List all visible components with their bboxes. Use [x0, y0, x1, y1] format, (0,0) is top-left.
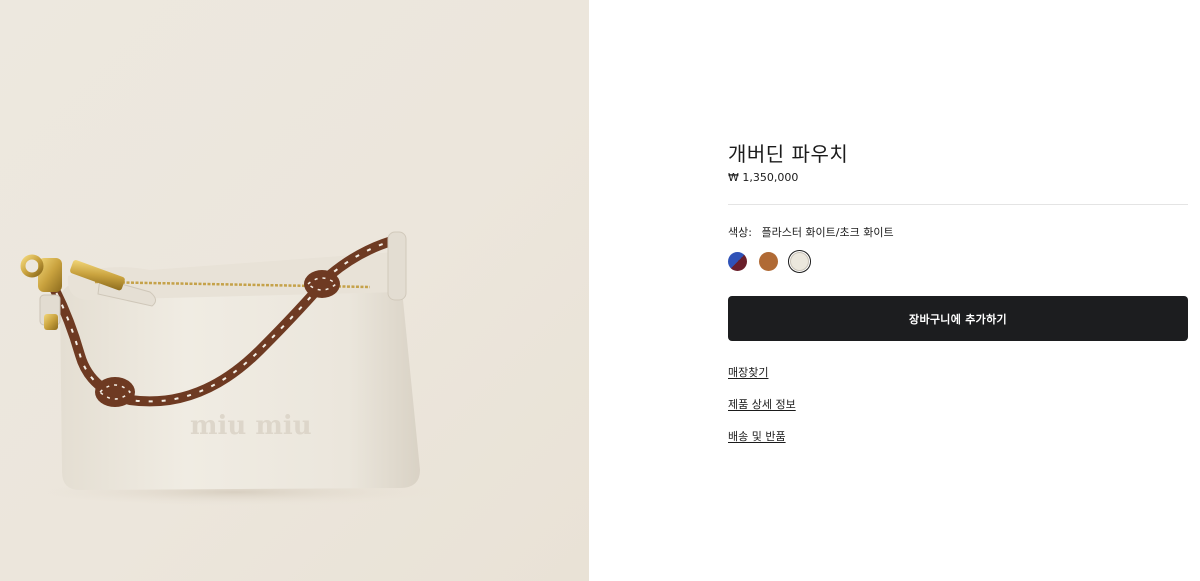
color-selection: 색상: 플라스터 화이트/초크 화이트 [728, 224, 894, 240]
shipping-returns-link[interactable]: 배송 및 반품 [728, 428, 796, 444]
color-swatches [728, 250, 811, 273]
product-image: miu miu [0, 0, 589, 581]
product-price: ₩ 1,350,000 [728, 171, 799, 184]
bag-logo: miu miu [190, 411, 312, 441]
product-title: 개버딘 파우치 [728, 142, 849, 166]
product-details-link[interactable]: 제품 상세 정보 [728, 396, 796, 412]
swatch-plaster-white[interactable] [788, 250, 811, 273]
swatch-cognac[interactable] [759, 252, 778, 271]
store-locator-link[interactable]: 매장찾기 [728, 364, 796, 380]
color-label: 색상: [728, 226, 752, 239]
pouch-illustration: miu miu [20, 231, 450, 506]
add-to-cart-button[interactable]: 장바구니에 추가하기 [728, 296, 1188, 341]
divider [728, 204, 1188, 205]
swatch-blue-burgundy[interactable] [728, 252, 747, 271]
color-value: 플라스터 화이트/초크 화이트 [761, 226, 894, 239]
info-links: 매장찾기 제품 상세 정보 배송 및 반품 [728, 364, 796, 460]
